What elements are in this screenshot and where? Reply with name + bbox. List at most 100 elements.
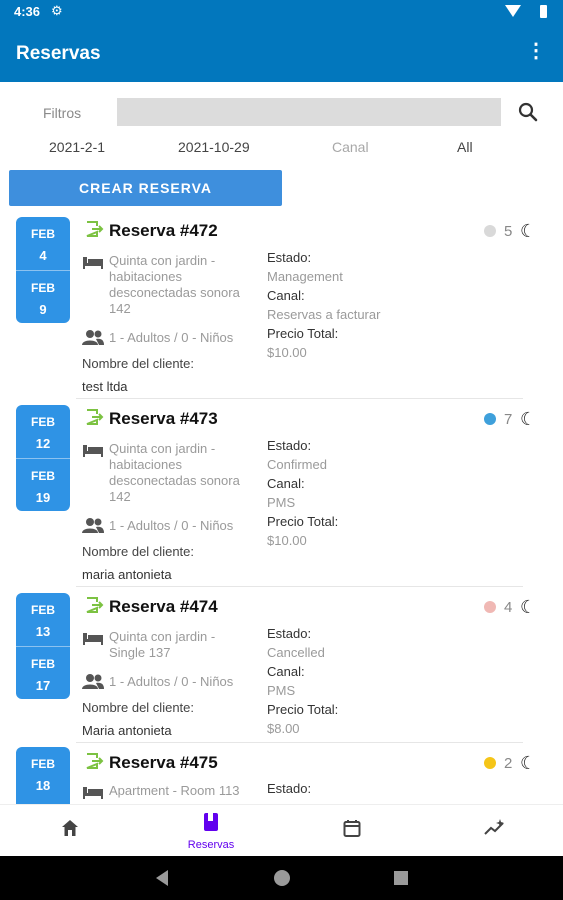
system-navigation-bar — [0, 856, 563, 900]
bed-icon — [83, 787, 103, 799]
status-bar: 4:36 ⚙ — [0, 0, 563, 24]
estado-value: Management — [267, 269, 343, 284]
nav-home[interactable] — [0, 805, 140, 857]
date-to-filter[interactable]: 2021-10-29 — [178, 139, 250, 155]
book-icon — [204, 813, 218, 831]
client-name: maria antonieta — [82, 567, 172, 582]
price-value: $10.00 — [267, 345, 307, 360]
room-name: Quinta con jardin - Single 137 — [109, 629, 216, 660]
check-in-icon — [86, 409, 104, 425]
canal-value: PMS — [267, 495, 296, 510]
people-icon — [82, 674, 104, 689]
calendar-icon — [343, 820, 361, 837]
checkin-date: FEB 4 — [31, 227, 55, 263]
guest-count: 1 - Adultos / 0 - Niños — [109, 674, 234, 689]
checkin-date: FEB 12 — [31, 415, 55, 451]
channel-filter[interactable]: Canal — [332, 139, 369, 155]
client-label: Nombre del cliente: — [82, 700, 194, 715]
create-reservation-button[interactable]: CREAR RESERVA — [9, 170, 282, 206]
checkout-date: FEB 17 — [16, 646, 70, 699]
bed-icon — [83, 633, 103, 645]
nav-reservas[interactable]: Reservas — [141, 805, 281, 857]
canal-label: Canal: — [267, 288, 305, 303]
wifi-icon — [505, 5, 521, 17]
estado-label: Estado: — [267, 250, 312, 265]
status-dot — [484, 413, 496, 425]
estado-value: Confirmed — [267, 457, 327, 472]
status-dot — [484, 225, 496, 237]
page-title: Reservas — [16, 43, 101, 64]
room-name: Apartment - Room 113 — [109, 783, 240, 798]
bed-icon — [83, 445, 103, 457]
filter-search-input[interactable] — [117, 98, 501, 126]
back-icon[interactable] — [156, 870, 168, 886]
divider — [76, 742, 523, 743]
estado-value: Cancelled — [267, 645, 325, 660]
canal-label: Canal: — [267, 476, 305, 491]
status-time: 4:36 — [14, 4, 41, 19]
reservation-item[interactable]: FEB 13 FEB 17 Reserva #474 Quinta con ja… — [0, 588, 563, 743]
filters-label: Filtros — [43, 105, 82, 121]
app-bar: Reservas ⋮ — [0, 24, 563, 82]
client-name: Maria antonieta — [82, 723, 172, 738]
check-in-icon — [86, 221, 104, 237]
search-icon[interactable] — [516, 100, 540, 124]
status-dot — [484, 601, 496, 613]
check-in-icon — [86, 753, 104, 769]
checkout-date: FEB 9 — [16, 270, 70, 323]
divider — [76, 398, 523, 399]
date-badge: FEB 4 FEB 9 — [16, 217, 70, 323]
canal-value: Reservas a facturar — [267, 307, 381, 322]
more-vert-icon[interactable]: ⋮ — [526, 40, 546, 64]
reservation-title: Reserva #475 — [109, 753, 218, 772]
bed-icon — [83, 257, 103, 269]
nav-reservas-label: Reservas — [187, 839, 235, 851]
nights-count: 2 — [504, 755, 513, 772]
date-badge: FEB 12 FEB 19 — [16, 405, 70, 511]
status-dot — [484, 757, 496, 769]
date-from-filter[interactable]: 2021-2-1 — [49, 139, 105, 155]
gear-icon: ⚙ — [51, 3, 63, 18]
reservation-title: Reserva #474 — [109, 597, 218, 616]
home-icon — [62, 820, 78, 836]
reservation-item[interactable]: FEB 4 FEB 9 Reserva #472 Quinta con jard… — [0, 212, 563, 399]
price-label: Precio Total: — [267, 514, 339, 529]
check-in-icon — [86, 597, 104, 613]
nights-count: 5 — [504, 223, 513, 240]
system-home-icon[interactable] — [274, 870, 290, 886]
checkin-date: FEB 13 — [31, 603, 55, 639]
nav-calendar[interactable] — [282, 805, 422, 857]
reservation-item[interactable]: FEB 18 Reserva #475 Apartment - Room 113… — [0, 744, 563, 804]
guest-count: 1 - Adultos / 0 - Niños — [109, 330, 234, 345]
moon-icon: ☾ — [520, 409, 537, 429]
nights-count: 4 — [504, 599, 513, 616]
price-value: $8.00 — [267, 721, 300, 736]
moon-icon: ☾ — [520, 753, 537, 773]
price-value: $10.00 — [267, 533, 307, 548]
battery-icon — [540, 5, 547, 18]
moon-icon: ☾ — [520, 221, 537, 241]
reservation-list[interactable]: FEB 4 FEB 9 Reserva #472 Quinta con jard… — [0, 212, 563, 804]
status-filter[interactable]: All — [457, 139, 473, 155]
moon-icon: ☾ — [520, 597, 537, 617]
client-label: Nombre del cliente: — [82, 544, 194, 559]
recents-icon[interactable] — [394, 871, 408, 885]
price-label: Precio Total: — [267, 326, 339, 341]
canal-label: Canal: — [267, 664, 305, 679]
reservation-item[interactable]: FEB 12 FEB 19 Reserva #473 Quinta con ja… — [0, 400, 563, 587]
room-name: Quinta con jardin - habitaciones descone… — [109, 253, 240, 316]
guest-count: 1 - Adultos / 0 - Niños — [109, 518, 234, 533]
people-icon — [82, 330, 104, 345]
nav-stats[interactable] — [423, 805, 563, 857]
reservation-title: Reserva #472 — [109, 221, 218, 240]
date-badge: FEB 18 — [16, 747, 70, 804]
bottom-navigation: Reservas — [0, 804, 563, 856]
estado-label: Estado: — [267, 781, 312, 796]
checkout-date: FEB 19 — [16, 458, 70, 511]
date-badge: FEB 13 FEB 17 — [16, 593, 70, 699]
estado-label: Estado: — [267, 438, 312, 453]
client-label: Nombre del cliente: — [82, 356, 194, 371]
estado-label: Estado: — [267, 626, 312, 641]
price-label: Precio Total: — [267, 702, 339, 717]
nights-count: 7 — [504, 411, 513, 428]
